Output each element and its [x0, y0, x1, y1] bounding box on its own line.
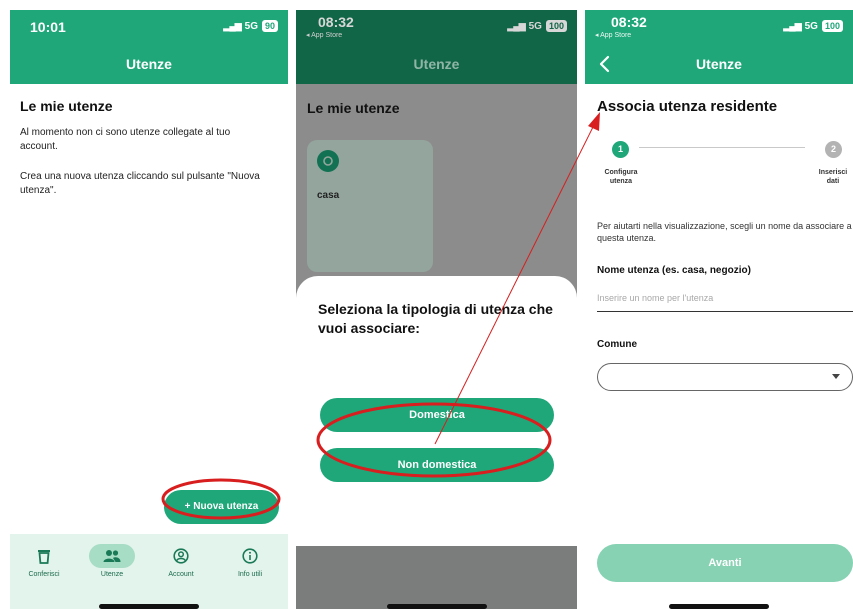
utility-badge-icon [317, 150, 339, 172]
hint-text: Crea una nuova utenza cliccando sul puls… [20, 171, 260, 196]
nav-title: Utenze [696, 56, 742, 72]
signal-icon: ▂▄▆ [507, 20, 525, 31]
back-to-app-store[interactable]: ◂ App Store [306, 31, 342, 39]
status-icons: ▂▄▆ 5G 100 [507, 20, 567, 32]
battery-icon: 100 [545, 20, 567, 32]
utility-card-label: casa [317, 190, 340, 201]
step-1-indicator: 1 [612, 141, 629, 158]
back-chevron-icon[interactable] [595, 52, 617, 76]
status-icons: ▂▄▆ 5G 100 [783, 20, 843, 32]
tab-label: Conferisci [28, 571, 60, 578]
comune-select[interactable] [597, 363, 853, 391]
status-icons: ▂▄▆ 5G 90 [223, 20, 278, 32]
sheet-title: Seleziona la tipologia di utenza che vuo… [318, 301, 553, 336]
nav-title: Utenze [413, 56, 460, 72]
next-button[interactable]: Avanti [597, 544, 853, 582]
info-icon [242, 548, 258, 564]
nav-bar: Utenze [296, 48, 577, 84]
tab-info-utili[interactable]: Info utili [220, 544, 280, 578]
battery-icon: 100 [821, 20, 843, 32]
people-icon [103, 550, 121, 562]
home-indicator [386, 604, 487, 609]
status-bar: 08:32 ◂ App Store ▂▄▆ 5G 100 [585, 10, 853, 48]
account-icon [173, 548, 189, 564]
signal-icon: ▂▄▆ [223, 20, 241, 31]
tab-conferisci[interactable]: Conferisci [14, 544, 74, 578]
phone-screen-my-utilities: 10:01 ▂▄▆ 5G 90 Utenze Le mie utenze Al … [10, 10, 288, 609]
page-title: Associa utenza residente [597, 98, 778, 115]
tab-label: Account [168, 571, 194, 578]
domestic-button[interactable]: Domestica [320, 398, 554, 432]
signal-icon: ▂▄▆ [783, 20, 801, 31]
tab-label: Utenze [100, 571, 124, 578]
comune-field-label: Comune [597, 339, 637, 350]
screenshot-stage: 10:01 ▂▄▆ 5G 90 Utenze Le mie utenze Al … [0, 0, 853, 609]
dropdown-arrow-icon [832, 374, 840, 379]
dimmed-footer [296, 546, 577, 609]
phone-screen-associate-utility: 08:32 ◂ App Store ▂▄▆ 5G 100 Utenze Asso… [585, 10, 853, 609]
new-utility-button[interactable]: + Nuova utenza [164, 490, 279, 524]
network-label: 5G [244, 20, 258, 32]
page-title: Le mie utenze [307, 100, 400, 116]
empty-state-text: Al momento non ci sono utenze collegate … [20, 127, 231, 152]
status-bar: 08:32 ◂ App Store ▂▄▆ 5G 100 [296, 10, 577, 48]
name-field-label: Nome utenza (es. casa, negozio) [597, 265, 751, 276]
name-input[interactable]: Inserire un nome per l'utenza [597, 284, 853, 312]
status-time: 08:32 [318, 14, 354, 30]
nav-bar: Utenze [10, 48, 288, 84]
tab-label: Info utili [237, 571, 263, 578]
tab-bar: Conferisci Utenze Account Info utili [10, 534, 288, 609]
trash-icon [38, 550, 50, 564]
back-to-app-store[interactable]: ◂ App Store [595, 31, 631, 39]
non-domestic-button[interactable]: Non domestica [320, 448, 554, 482]
tab-utenze[interactable]: Utenze [82, 544, 142, 578]
help-text: Per aiutarti nella visualizzazione, sceg… [597, 221, 852, 243]
tab-account[interactable]: Account [151, 544, 211, 578]
nav-title: Utenze [126, 56, 172, 72]
step-2-label: Inserisci dati [818, 169, 848, 185]
page-title: Le mie utenze [20, 98, 113, 114]
step-1-label: Configura utenza [604, 169, 638, 185]
home-indicator [669, 604, 769, 609]
status-time: 10:01 [30, 19, 66, 35]
nav-bar: Utenze [585, 48, 853, 84]
stepper-line [639, 147, 805, 148]
status-time: 08:32 [611, 14, 647, 30]
battery-icon: 90 [261, 20, 278, 32]
utility-card[interactable]: casa [307, 140, 433, 272]
phone-screen-type-selection: 08:32 ◂ App Store ▂▄▆ 5G 100 Utenze Le m… [296, 10, 577, 609]
network-label: 5G [528, 20, 542, 32]
home-indicator [99, 604, 199, 609]
network-label: 5G [804, 20, 818, 32]
status-bar: 10:01 ▂▄▆ 5G 90 [10, 10, 288, 48]
step-2-indicator: 2 [825, 141, 842, 158]
